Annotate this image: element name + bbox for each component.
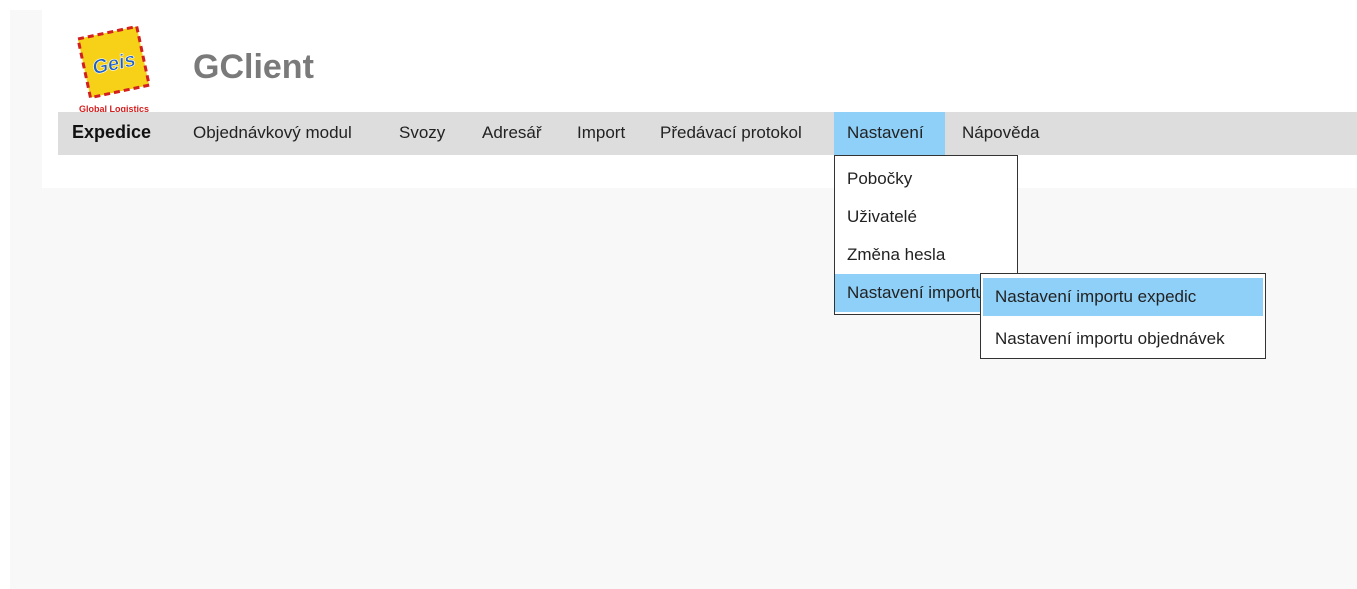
menu-item-nastaveni[interactable]: Nastavení <box>834 112 945 155</box>
dropdown-item-pobocky[interactable]: Pobočky <box>835 160 1017 198</box>
geis-logo[interactable]: Geis Global Logistics <box>66 24 162 114</box>
geis-logo-icon: Geis <box>76 24 151 100</box>
header-area <box>42 10 1357 188</box>
menu-item-napoveda[interactable]: Nápověda <box>962 112 1040 155</box>
menu-item-adresar[interactable]: Adresář <box>482 112 542 155</box>
menu-item-predavaci-protokol[interactable]: Předávací protokol <box>660 112 802 155</box>
import-settings-submenu: Nastavení importu expedic Nastavení impo… <box>980 273 1266 359</box>
menu-item-expedice[interactable]: Expedice <box>72 112 151 155</box>
dropdown-item-uzivatele[interactable]: Uživatelé <box>835 198 1017 236</box>
app-title: GClient <box>193 48 314 86</box>
menu-item-svozy[interactable]: Svozy <box>399 112 445 155</box>
menu-item-import[interactable]: Import <box>577 112 625 155</box>
submenu-item-import-expedic[interactable]: Nastavení importu expedic <box>983 278 1263 316</box>
submenu-item-import-objednavek[interactable]: Nastavení importu objednávek <box>983 320 1263 358</box>
menu-item-objednavkovy-modul[interactable]: Objednávkový modul <box>193 112 352 155</box>
dropdown-item-zmena-hesla[interactable]: Změna hesla <box>835 236 1017 274</box>
